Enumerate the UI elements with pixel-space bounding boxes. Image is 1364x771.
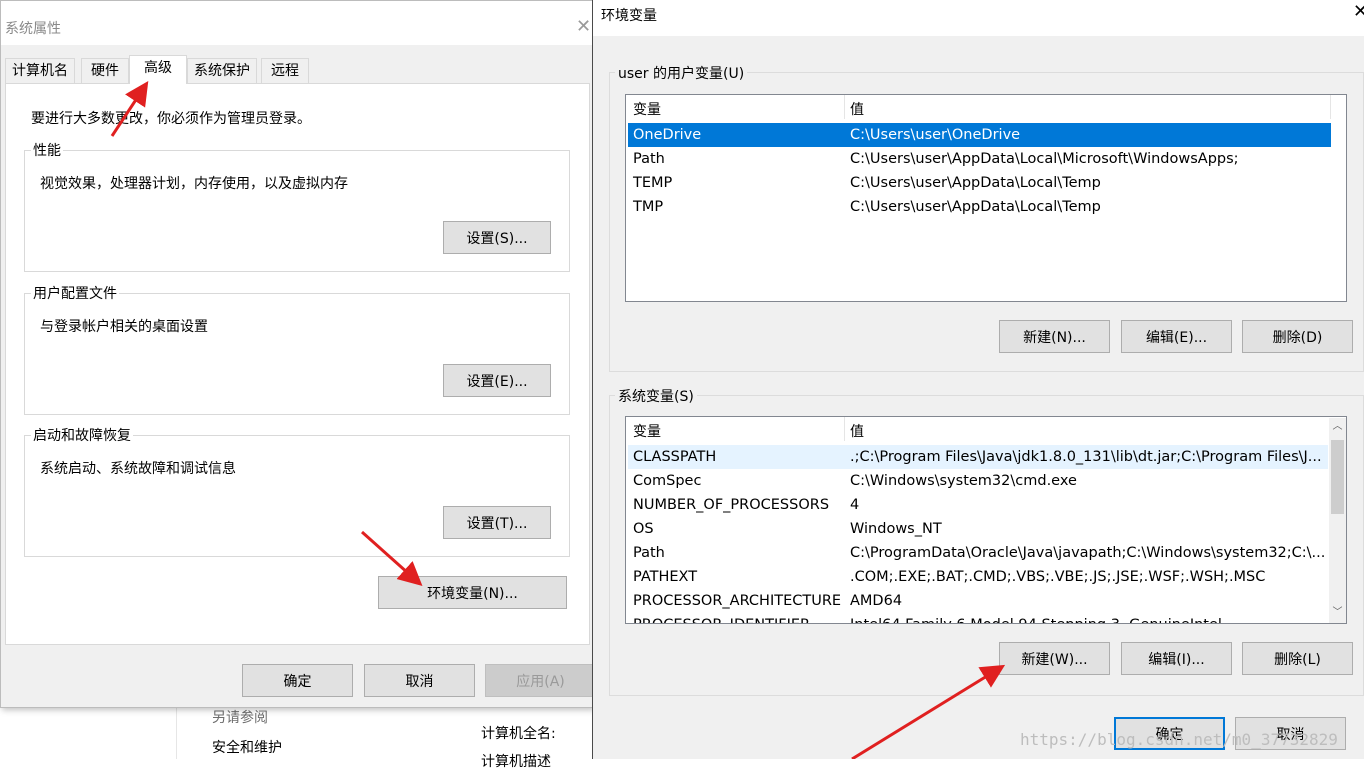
admin-note: 要进行大多数更改，你必须作为管理员登录。 bbox=[31, 111, 311, 127]
user-delete-button[interactable]: 删除(D) bbox=[1242, 320, 1353, 353]
user-variables-title: user 的用户变量(U) bbox=[615, 63, 748, 83]
table-row[interactable]: TMP C:\Users\user\AppData\Local\Temp bbox=[628, 195, 1331, 219]
table-row[interactable]: OneDrive C:\Users\user\OneDrive bbox=[628, 123, 1331, 147]
startup-recovery-settings-button[interactable]: 设置(T)... bbox=[443, 506, 551, 539]
var-value: C:\Users\user\AppData\Local\Microsoft\Wi… bbox=[850, 151, 1239, 167]
system-edit-button[interactable]: 编辑(I)... bbox=[1121, 642, 1232, 675]
list-header: 变量 值 bbox=[626, 417, 1346, 441]
var-name: NUMBER_OF_PROCESSORS bbox=[633, 497, 830, 513]
column-separator[interactable] bbox=[844, 95, 845, 119]
var-name: ComSpec bbox=[633, 473, 702, 489]
environment-variables-dialog: 环境变量 ✕ user 的用户变量(U) 变量 值 OneDrive C:\Us… bbox=[592, 0, 1364, 759]
system-variables-title: 系统变量(S) bbox=[615, 386, 697, 406]
user-new-button[interactable]: 新建(N)... bbox=[999, 320, 1110, 353]
cancel-button[interactable]: 取消 bbox=[364, 664, 475, 697]
var-value: .COM;.EXE;.BAT;.CMD;.VBS;.VBE;.JS;.JSE;.… bbox=[850, 569, 1266, 585]
performance-settings-button[interactable]: 设置(S)... bbox=[443, 221, 551, 254]
user-edit-button[interactable]: 编辑(E)... bbox=[1121, 320, 1232, 353]
environment-variables-button[interactable]: 环境变量(N)... bbox=[378, 576, 567, 609]
tab-computer-name[interactable]: 计算机名 bbox=[5, 58, 75, 83]
title-bar: 系统属性 ✕ bbox=[1, 1, 592, 45]
scroll-thumb[interactable] bbox=[1331, 440, 1344, 514]
var-value: C:\Users\user\AppData\Local\Temp bbox=[850, 175, 1101, 191]
title-bar: 环境变量 ✕ bbox=[593, 0, 1364, 36]
list-header: 变量 值 bbox=[626, 95, 1346, 119]
startup-recovery-title: 启动和故障恢复 bbox=[31, 428, 133, 444]
system-properties-dialog: 系统属性 ✕ 计算机名 硬件 高级 系统保护 远程 要进行大多数更改，你必须作为… bbox=[0, 0, 596, 708]
system-delete-button[interactable]: 删除(L) bbox=[1242, 642, 1353, 675]
var-name: OneDrive bbox=[633, 127, 702, 143]
table-row[interactable]: TEMP C:\Users\user\AppData\Local\Temp bbox=[628, 171, 1331, 195]
tab-hardware[interactable]: 硬件 bbox=[81, 58, 129, 83]
tab-remote[interactable]: 远程 bbox=[261, 58, 309, 83]
var-name: OS bbox=[633, 521, 654, 537]
dialog-title: 系统属性 bbox=[5, 21, 61, 37]
var-name: Path bbox=[633, 545, 665, 561]
table-row[interactable]: Path C:\Users\user\AppData\Local\Microso… bbox=[628, 147, 1331, 171]
var-value: C:\Users\user\AppData\Local\Temp bbox=[850, 199, 1101, 215]
var-name: TMP bbox=[633, 199, 664, 215]
table-row[interactable]: PATHEXT .COM;.EXE;.BAT;.CMD;.VBS;.VBE;.J… bbox=[628, 565, 1328, 589]
performance-desc: 视觉效果，处理器计划，内存使用，以及虚拟内存 bbox=[40, 176, 348, 192]
var-name: PROCESSOR_IDENTIFIER bbox=[633, 613, 810, 623]
table-row[interactable]: CLASSPATH .;C:\Program Files\Java\jdk1.8… bbox=[628, 445, 1328, 469]
var-name: TEMP bbox=[633, 175, 673, 191]
apply-button[interactable]: 应用(A) bbox=[485, 664, 596, 697]
table-row[interactable]: OS Windows_NT bbox=[628, 517, 1328, 541]
watermark-text: https://blog.csdn.net/m0_37732829 bbox=[1020, 730, 1338, 749]
scroll-down-icon[interactable]: ﹀ bbox=[1329, 604, 1346, 621]
var-value: C:\Windows\system32\cmd.exe bbox=[850, 473, 1077, 489]
column-variable[interactable]: 变量 bbox=[633, 421, 661, 441]
table-row[interactable]: Path C:\ProgramData\Oracle\Java\javapath… bbox=[628, 541, 1328, 565]
var-value: 4 bbox=[850, 497, 860, 513]
var-name: Path bbox=[633, 151, 665, 167]
user-variables-list[interactable]: 变量 值 OneDrive C:\Users\user\OneDrive Pat… bbox=[625, 94, 1347, 302]
background-window: 另请参阅 安全和维护 …… 计算机全名: 计算机描述 bbox=[176, 692, 597, 770]
system-variables-list[interactable]: 变量 值 CLASSPATH .;C:\Program Files\Java\j… bbox=[625, 416, 1347, 624]
computer-desc-label: 计算机描述 bbox=[481, 754, 551, 770]
startup-recovery-desc: 系统启动、系统故障和调试信息 bbox=[40, 461, 236, 477]
tab-system-protection[interactable]: 系统保护 bbox=[187, 58, 257, 83]
user-profiles-desc: 与登录帐户相关的桌面设置 bbox=[40, 319, 208, 335]
scroll-up-icon[interactable]: ︿ bbox=[1329, 418, 1346, 435]
table-row[interactable]: PROCESSOR_IDENTIFIER Intel64 Family 6 Mo… bbox=[628, 613, 1328, 623]
var-value: .;C:\Program Files\Java\jdk1.8.0_131\lib… bbox=[850, 449, 1322, 465]
var-value: C:\Users\user\OneDrive bbox=[850, 127, 1021, 143]
tab-panel-advanced: 要进行大多数更改，你必须作为管理员登录。 性能 视觉效果，处理器计划，内存使用，… bbox=[5, 83, 590, 645]
ok-button[interactable]: 确定 bbox=[242, 664, 353, 697]
security-link[interactable]: 安全和维护 bbox=[212, 737, 282, 757]
var-name: PROCESSOR_ARCHITECTURE bbox=[633, 593, 842, 609]
close-icon[interactable]: ✕ bbox=[1353, 3, 1364, 21]
column-separator[interactable] bbox=[844, 417, 845, 441]
table-row[interactable]: ComSpec C:\Windows\system32\cmd.exe bbox=[628, 469, 1328, 493]
see-also-label: 另请参阅 bbox=[212, 710, 268, 726]
performance-title: 性能 bbox=[31, 143, 63, 159]
system-new-button[interactable]: 新建(W)... bbox=[999, 642, 1110, 675]
dialog-title: 环境变量 bbox=[601, 8, 657, 24]
table-row[interactable]: NUMBER_OF_PROCESSORS 4 bbox=[628, 493, 1328, 517]
table-row[interactable]: PROCESSOR_ARCHITECTURE AMD64 bbox=[628, 589, 1328, 613]
var-value: AMD64 bbox=[850, 593, 903, 609]
computer-fullname-label: 计算机全名: bbox=[481, 726, 556, 742]
column-variable[interactable]: 变量 bbox=[633, 99, 661, 119]
user-profiles-settings-button[interactable]: 设置(E)... bbox=[443, 364, 551, 397]
var-value: C:\ProgramData\Oracle\Java\javapath;C:\W… bbox=[850, 545, 1326, 561]
var-value: Windows_NT bbox=[850, 521, 942, 537]
var-name: PATHEXT bbox=[633, 569, 698, 585]
vertical-scrollbar[interactable]: ︿ ﹀ bbox=[1329, 418, 1346, 623]
column-value[interactable]: 值 bbox=[850, 99, 864, 119]
user-profiles-title: 用户配置文件 bbox=[31, 286, 119, 302]
column-separator[interactable] bbox=[1330, 95, 1331, 119]
close-icon[interactable]: ✕ bbox=[576, 18, 591, 36]
tab-advanced[interactable]: 高级 bbox=[129, 55, 187, 84]
column-value[interactable]: 值 bbox=[850, 421, 864, 441]
var-value: Intel64 Family 6 Model 94 Stepping 3, Ge… bbox=[850, 613, 1222, 623]
var-name: CLASSPATH bbox=[633, 449, 717, 465]
